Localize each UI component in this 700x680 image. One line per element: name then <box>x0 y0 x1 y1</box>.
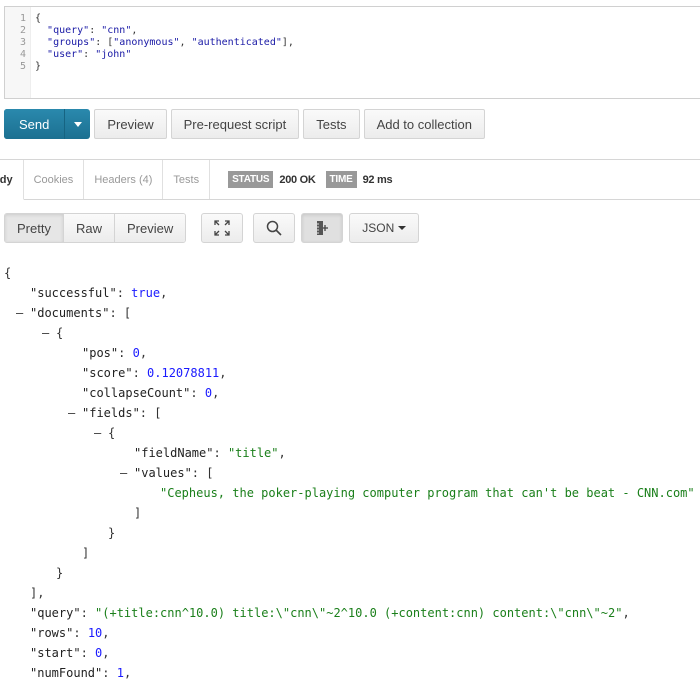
preview-button[interactable]: Preview <box>94 109 167 139</box>
response-tabs: ody Cookies Headers (4) Tests STATUS 200… <box>0 159 700 200</box>
view-pretty-button[interactable]: Pretty <box>5 214 64 242</box>
tests-button[interactable]: Tests <box>303 109 360 139</box>
wrap-lines-icon <box>317 221 329 235</box>
request-actions: Send Preview Pre-request script Tests Ad… <box>4 109 485 139</box>
time-value: 92 ms <box>362 173 393 186</box>
line-number: 1 <box>19 13 26 24</box>
tab-cookies[interactable]: Cookies <box>24 160 85 199</box>
send-options-dropdown[interactable] <box>65 109 91 139</box>
response-view-toolbar: Pretty Raw Preview JSON <box>4 213 420 243</box>
fullscreen-button[interactable] <box>201 213 244 243</box>
line-number: 5 <box>19 61 26 72</box>
format-dropdown[interactable]: JSON <box>349 213 420 243</box>
line-number: 4 <box>19 49 26 60</box>
collapse-toggle-icon[interactable]: – <box>16 303 30 323</box>
status-value: 200 OK <box>279 173 316 186</box>
view-preview-button[interactable]: Preview <box>114 214 186 242</box>
json-line: ], <box>30 586 45 600</box>
json-line: "rows": 10, <box>30 626 110 640</box>
collapse-toggle-icon[interactable]: – <box>42 323 56 343</box>
tab-headers[interactable]: Headers (4) <box>84 160 164 199</box>
send-button-group: Send <box>4 109 91 139</box>
json-line: } <box>108 526 116 540</box>
request-body-editor[interactable]: 12345 { "query": "cnn", "groups": ["anon… <box>4 6 700 99</box>
line-number: 2 <box>19 25 26 36</box>
request-body-code[interactable]: { "query": "cnn", "groups": ["anonymous"… <box>35 13 294 73</box>
view-raw-button[interactable]: Raw <box>63 214 115 242</box>
line-number: 3 <box>19 37 26 48</box>
time-label: TIME <box>325 171 357 188</box>
json-line: { <box>4 266 12 280</box>
wrap-lines-button[interactable] <box>301 213 344 243</box>
json-line: "start": 0, <box>30 646 110 660</box>
collapse-toggle-icon[interactable]: – <box>120 463 134 483</box>
search-button[interactable] <box>253 213 296 243</box>
collapse-toggle-icon[interactable]: – <box>68 403 82 423</box>
code-line: "query": "cnn", <box>47 25 138 36</box>
add-to-collection-button[interactable]: Add to collection <box>363 109 485 139</box>
json-line: "pos": 0, <box>82 346 148 360</box>
search-icon <box>266 220 282 236</box>
format-label: JSON <box>362 221 395 235</box>
send-button[interactable]: Send <box>4 109 66 139</box>
pre-request-script-button[interactable]: Pre-request script <box>170 109 300 139</box>
response-meta: STATUS 200 OK TIME 92 ms <box>228 160 396 199</box>
json-line: – { <box>4 423 700 443</box>
json-line: "successful": true, <box>30 286 168 300</box>
caret-down-icon <box>73 121 82 127</box>
view-mode-group: Pretty Raw Preview <box>4 213 187 243</box>
json-line: "numFound": 1, <box>30 666 132 680</box>
response-body-viewer[interactable]: {"successful": true, – "documents": [– {"… <box>4 263 700 680</box>
json-line: } <box>56 566 64 580</box>
json-line: "score": 0.12078811, <box>82 366 227 380</box>
json-line: "collapseCount": 0, <box>82 386 220 400</box>
expand-icon <box>214 220 230 236</box>
json-line: ] <box>134 506 142 520</box>
json-line: "Cepheus, the poker-playing computer pro… <box>160 486 695 500</box>
json-line: – { <box>4 323 700 343</box>
json-line: "query": "(+title:cnn^10.0) title:\"cnn\… <box>30 606 630 620</box>
code-line: "groups": ["anonymous", "authenticated"]… <box>47 37 294 48</box>
code-line: { <box>35 13 42 24</box>
tab-tests[interactable]: Tests <box>163 160 211 199</box>
caret-down-icon <box>398 226 407 230</box>
json-line: "fieldName": "title", <box>134 446 286 460</box>
line-number-gutter: 12345 <box>5 7 31 98</box>
code-line: "user": "john" <box>47 49 132 60</box>
json-line: ] <box>82 546 90 560</box>
collapse-toggle-icon[interactable]: – <box>94 423 108 443</box>
code-line: } <box>35 61 42 72</box>
tab-body[interactable]: ody <box>0 160 24 200</box>
json-line: – "values": [ <box>4 463 700 483</box>
json-line: – "fields": [ <box>4 403 700 423</box>
status-label: STATUS <box>228 171 274 188</box>
json-line: – "documents": [ <box>4 303 700 323</box>
